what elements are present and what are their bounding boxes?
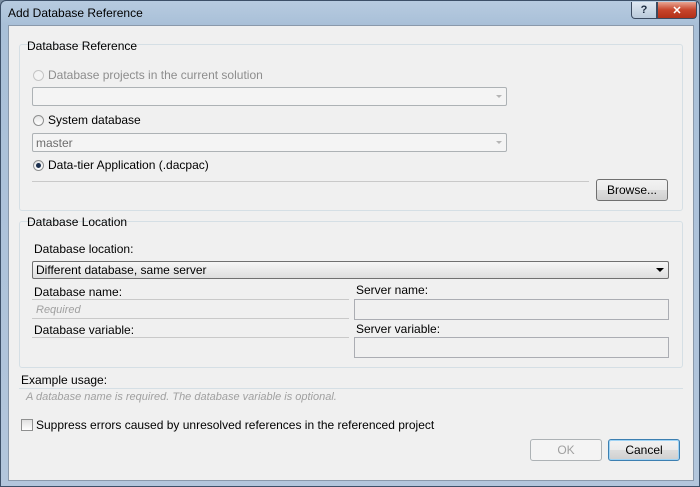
database-location-label: Database location: xyxy=(34,242,134,256)
server-variable-input[interactable] xyxy=(354,337,669,358)
suppress-errors-checkbox[interactable] xyxy=(21,419,33,431)
system-database-combo-value: master xyxy=(36,136,73,150)
example-usage-label: Example usage: xyxy=(21,373,108,387)
radio-database-projects-label: Database projects in the current solutio… xyxy=(48,68,263,82)
ok-button-label: OK xyxy=(557,443,575,457)
radio-database-projects[interactable] xyxy=(33,70,44,81)
ok-button[interactable]: OK xyxy=(530,439,602,461)
cancel-button-label: Cancel xyxy=(625,443,663,457)
example-usage-text: A database name is required. The databas… xyxy=(26,391,337,403)
window-title: Add Database Reference xyxy=(8,6,143,20)
help-button[interactable]: ? xyxy=(631,2,657,19)
database-location-combo[interactable]: Different database, same server xyxy=(32,261,669,279)
system-database-combo[interactable]: master xyxy=(32,133,507,152)
database-variable-input[interactable] xyxy=(32,323,349,338)
browse-button-label: Browse... xyxy=(606,183,657,197)
server-variable-label: Server variable: xyxy=(356,322,441,336)
close-icon: ✕ xyxy=(672,4,682,17)
radio-system-database-label: System database xyxy=(48,113,141,127)
database-location-group-title: Database Location xyxy=(27,215,128,229)
radio-system-database[interactable] xyxy=(33,115,44,126)
cancel-button[interactable]: Cancel xyxy=(608,439,680,461)
help-icon: ? xyxy=(640,4,648,16)
chevron-down-icon xyxy=(496,95,502,98)
database-name-label: Database name: xyxy=(34,285,123,299)
chevron-down-icon xyxy=(656,268,664,272)
database-reference-group-title: Database Reference xyxy=(27,39,138,53)
title-bar[interactable]: Add Database Reference ? ✕ xyxy=(1,1,699,25)
database-location-combo-value: Different database, same server xyxy=(36,263,207,277)
database-name-underline xyxy=(32,304,349,319)
browse-button[interactable]: Browse... xyxy=(596,179,668,201)
suppress-errors-label: Suppress errors caused by unresolved ref… xyxy=(36,418,435,432)
dacpac-path-input[interactable] xyxy=(32,167,589,182)
server-name-label: Server name: xyxy=(356,283,429,297)
dialog-client-area: Database Reference Database projects in … xyxy=(8,25,694,481)
database-projects-combo[interactable] xyxy=(32,87,507,106)
dialog-window: Add Database Reference ? ✕ Database Refe… xyxy=(0,0,700,487)
close-button[interactable]: ✕ xyxy=(657,2,697,19)
database-name-input[interactable] xyxy=(32,298,349,300)
chevron-down-icon xyxy=(496,141,502,144)
server-name-input[interactable] xyxy=(354,299,669,320)
